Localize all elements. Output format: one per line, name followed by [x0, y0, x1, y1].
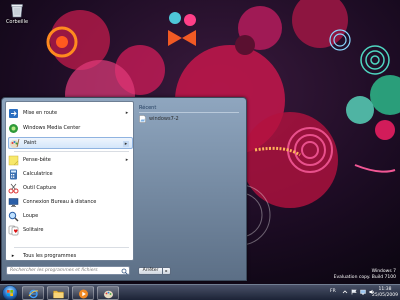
taskbar: FR 11:38 25/05/2009 [0, 284, 400, 300]
magnifier-icon [8, 211, 19, 222]
media-player-icon [79, 289, 88, 299]
windows-evaluation-watermark: Windows 7 Evaluation copy. Build 7100 [334, 269, 396, 281]
recycle-bin-label: Corbeille [5, 19, 29, 25]
start-menu-programs-pane: Mise en route ▸ Windows Media Center Pai… [5, 101, 134, 261]
start-item-media-center[interactable]: Windows Media Center [8, 122, 133, 134]
triangle-right-icon: ▸ [11, 252, 15, 259]
paint-icon [9, 138, 20, 149]
all-programs-label: Tous les programmes [23, 252, 77, 259]
jumplist-arrow-icon[interactable]: ▸ [124, 157, 130, 163]
start-item-magnifier[interactable]: Loupe [8, 210, 133, 222]
recent-file-item[interactable]: windows7-2 [139, 115, 179, 123]
clock-date: 25/05/2009 [372, 293, 398, 298]
start-item-label: Paint [24, 140, 37, 146]
start-search-input[interactable]: Rechercher les programmes et fichiers [6, 266, 130, 275]
recent-divider [139, 112, 239, 113]
start-item-getting-started[interactable]: Mise en route ▸ [8, 107, 133, 119]
start-item-paint[interactable]: Paint ▸ [8, 137, 133, 149]
start-menu-jumplist-pane: Récent windows7-2 [135, 101, 245, 261]
image-file-icon [139, 115, 146, 123]
svg-text:♥: ♥ [14, 229, 19, 235]
start-orb-button[interactable] [2, 285, 18, 300]
recycle-bin-icon [11, 4, 23, 18]
start-item-label: Mise en route [23, 110, 58, 116]
recent-heading: Récent [139, 105, 157, 111]
start-item-solitaire[interactable]: ♥ Solitaire [8, 224, 133, 236]
start-item-sticky-notes[interactable]: Pense-bête ▸ [8, 154, 133, 166]
menu-divider [14, 151, 129, 152]
getting-started-icon [8, 108, 19, 119]
start-item-label: Windows Media Center [23, 125, 81, 131]
shutdown-button[interactable]: Arrêter [138, 267, 163, 275]
search-icon[interactable] [121, 268, 128, 275]
start-item-snipping-tool[interactable]: Outil Capture [8, 182, 133, 194]
media-center-icon [8, 123, 19, 134]
start-item-label: Outil Capture [23, 185, 57, 191]
internet-explorer-icon [28, 289, 39, 299]
search-placeholder: Rechercher les programmes et fichiers [10, 268, 98, 273]
jumplist-arrow-icon[interactable]: ▸ [123, 141, 129, 147]
action-center-flag-icon[interactable] [351, 289, 357, 295]
watermark-line2: Evaluation copy. Build 7100 [333, 275, 396, 280]
sticky-notes-icon [8, 155, 19, 166]
start-item-label: Calculatrice [23, 171, 53, 177]
jumplist-arrow-icon[interactable]: ▸ [124, 110, 130, 116]
taskbar-media-player[interactable] [72, 286, 94, 300]
start-item-remote-desktop[interactable]: Connexion Bureau à distance [8, 196, 133, 208]
taskbar-paint[interactable] [97, 286, 119, 300]
taskbar-internet-explorer[interactable] [22, 286, 44, 300]
menu-divider [14, 247, 129, 248]
start-item-calculator[interactable]: Calculatrice [8, 168, 133, 180]
start-item-label: Pense-bête [23, 157, 51, 163]
taskbar-clock[interactable]: 11:38 25/05/2009 [372, 287, 398, 299]
paint-icon [104, 290, 113, 299]
solitaire-icon: ♥ [8, 225, 19, 236]
language-indicator[interactable]: FR [330, 289, 336, 294]
start-item-label: Loupe [23, 213, 39, 219]
start-item-label: Solitaire [23, 227, 44, 233]
notification-area [342, 289, 375, 295]
all-programs-button[interactable]: ▸ Tous les programmes [8, 251, 133, 260]
show-hidden-icons-icon[interactable] [342, 289, 348, 295]
snipping-tool-icon [8, 183, 19, 194]
remote-desktop-icon [8, 197, 19, 208]
shutdown-options-button[interactable]: ▸ [163, 267, 171, 275]
recycle-bin-shortcut[interactable]: Corbeille [2, 3, 32, 25]
recent-file-label: windows7-2 [149, 116, 179, 122]
taskbar-explorer[interactable] [47, 286, 69, 300]
network-icon[interactable] [360, 289, 366, 295]
start-menu: Mise en route ▸ Windows Media Center Pai… [1, 97, 247, 281]
explorer-folder-icon [53, 290, 64, 299]
start-item-label: Connexion Bureau à distance [23, 199, 97, 205]
calculator-icon [8, 169, 19, 180]
